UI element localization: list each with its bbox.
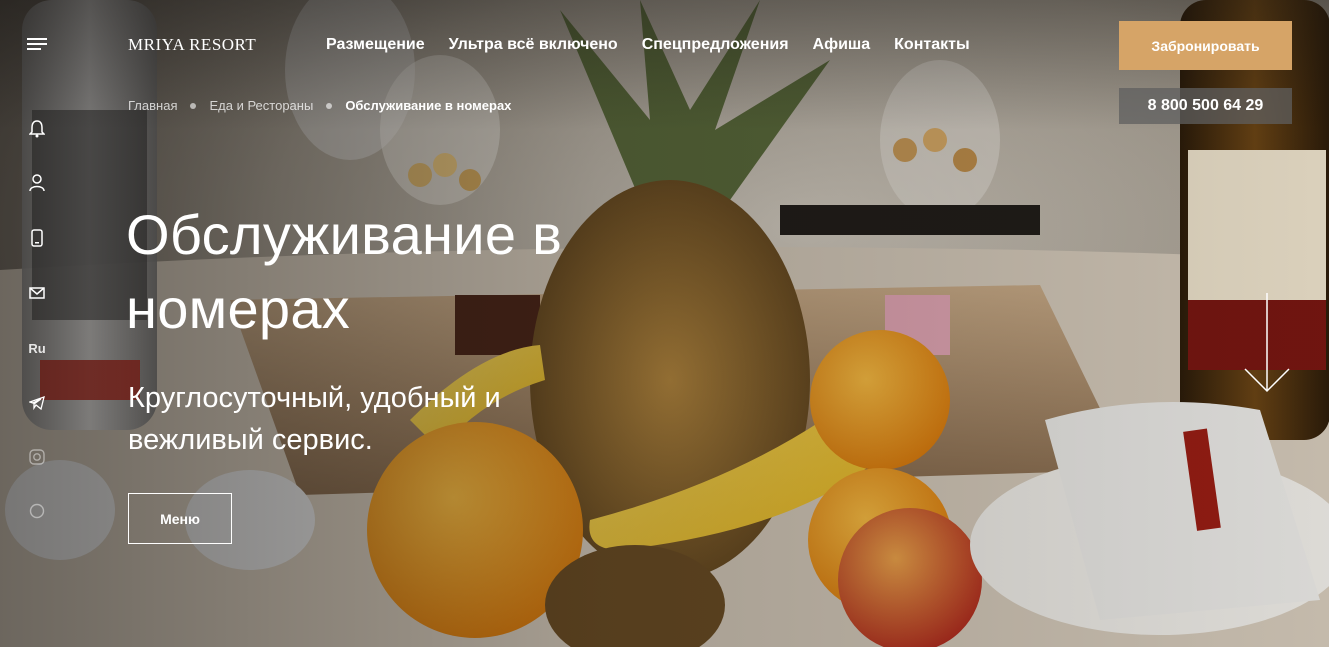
breadcrumb-separator — [190, 102, 197, 109]
left-rail: Ru — [24, 0, 54, 647]
bell-icon[interactable] — [24, 119, 50, 139]
telegram-icon[interactable] — [24, 393, 50, 413]
page-title-line-1: Обслуживание в — [126, 203, 563, 266]
scroll-down-arrow-icon[interactable] — [1243, 293, 1291, 393]
breadcrumb-current: Обслуживание в номерах — [345, 98, 512, 113]
phone-number[interactable]: 8 800 500 64 29 — [1119, 88, 1292, 124]
nav-item-contacts[interactable]: Контакты — [894, 36, 969, 54]
page-title-line-2: номерах — [126, 277, 351, 341]
breadcrumb-separator — [326, 102, 333, 109]
main-nav: Размещение Ультра всё включено Спецпредл… — [326, 36, 970, 54]
instagram-icon[interactable] — [24, 447, 50, 467]
page-title: Обслуживание в номерах — [126, 198, 686, 347]
breadcrumb-food-restaurants[interactable]: Еда и Рестораны — [209, 98, 313, 113]
whatsapp-icon[interactable] — [24, 501, 50, 521]
language-switcher[interactable]: Ru — [24, 338, 50, 358]
book-button[interactable]: Забронировать — [1119, 21, 1292, 70]
page-subtitle-line-1: Круглосуточный, удобный и — [128, 382, 501, 414]
nav-item-ultra-all-inclusive[interactable]: Ультра всё включено — [449, 36, 618, 54]
mail-icon[interactable] — [24, 283, 50, 303]
nav-item-accommodation[interactable]: Размещение — [326, 36, 425, 54]
logo[interactable]: MRIYA RESORT — [128, 35, 256, 55]
nav-item-special-offers[interactable]: Спецпредложения — [642, 36, 789, 54]
breadcrumb: Главная Еда и Рестораны Обслуживание в н… — [128, 98, 511, 113]
menu-icon[interactable] — [24, 34, 50, 54]
phone-icon[interactable] — [24, 228, 50, 248]
page-subtitle: Круглосуточный, удобный и вежливый серви… — [128, 377, 598, 461]
nav-item-events[interactable]: Афиша — [813, 36, 871, 54]
breadcrumb-home[interactable]: Главная — [128, 98, 177, 113]
page-subtitle-line-2: вежливый сервис. — [128, 424, 373, 457]
menu-button[interactable]: Меню — [128, 493, 232, 544]
user-icon[interactable] — [24, 173, 50, 193]
